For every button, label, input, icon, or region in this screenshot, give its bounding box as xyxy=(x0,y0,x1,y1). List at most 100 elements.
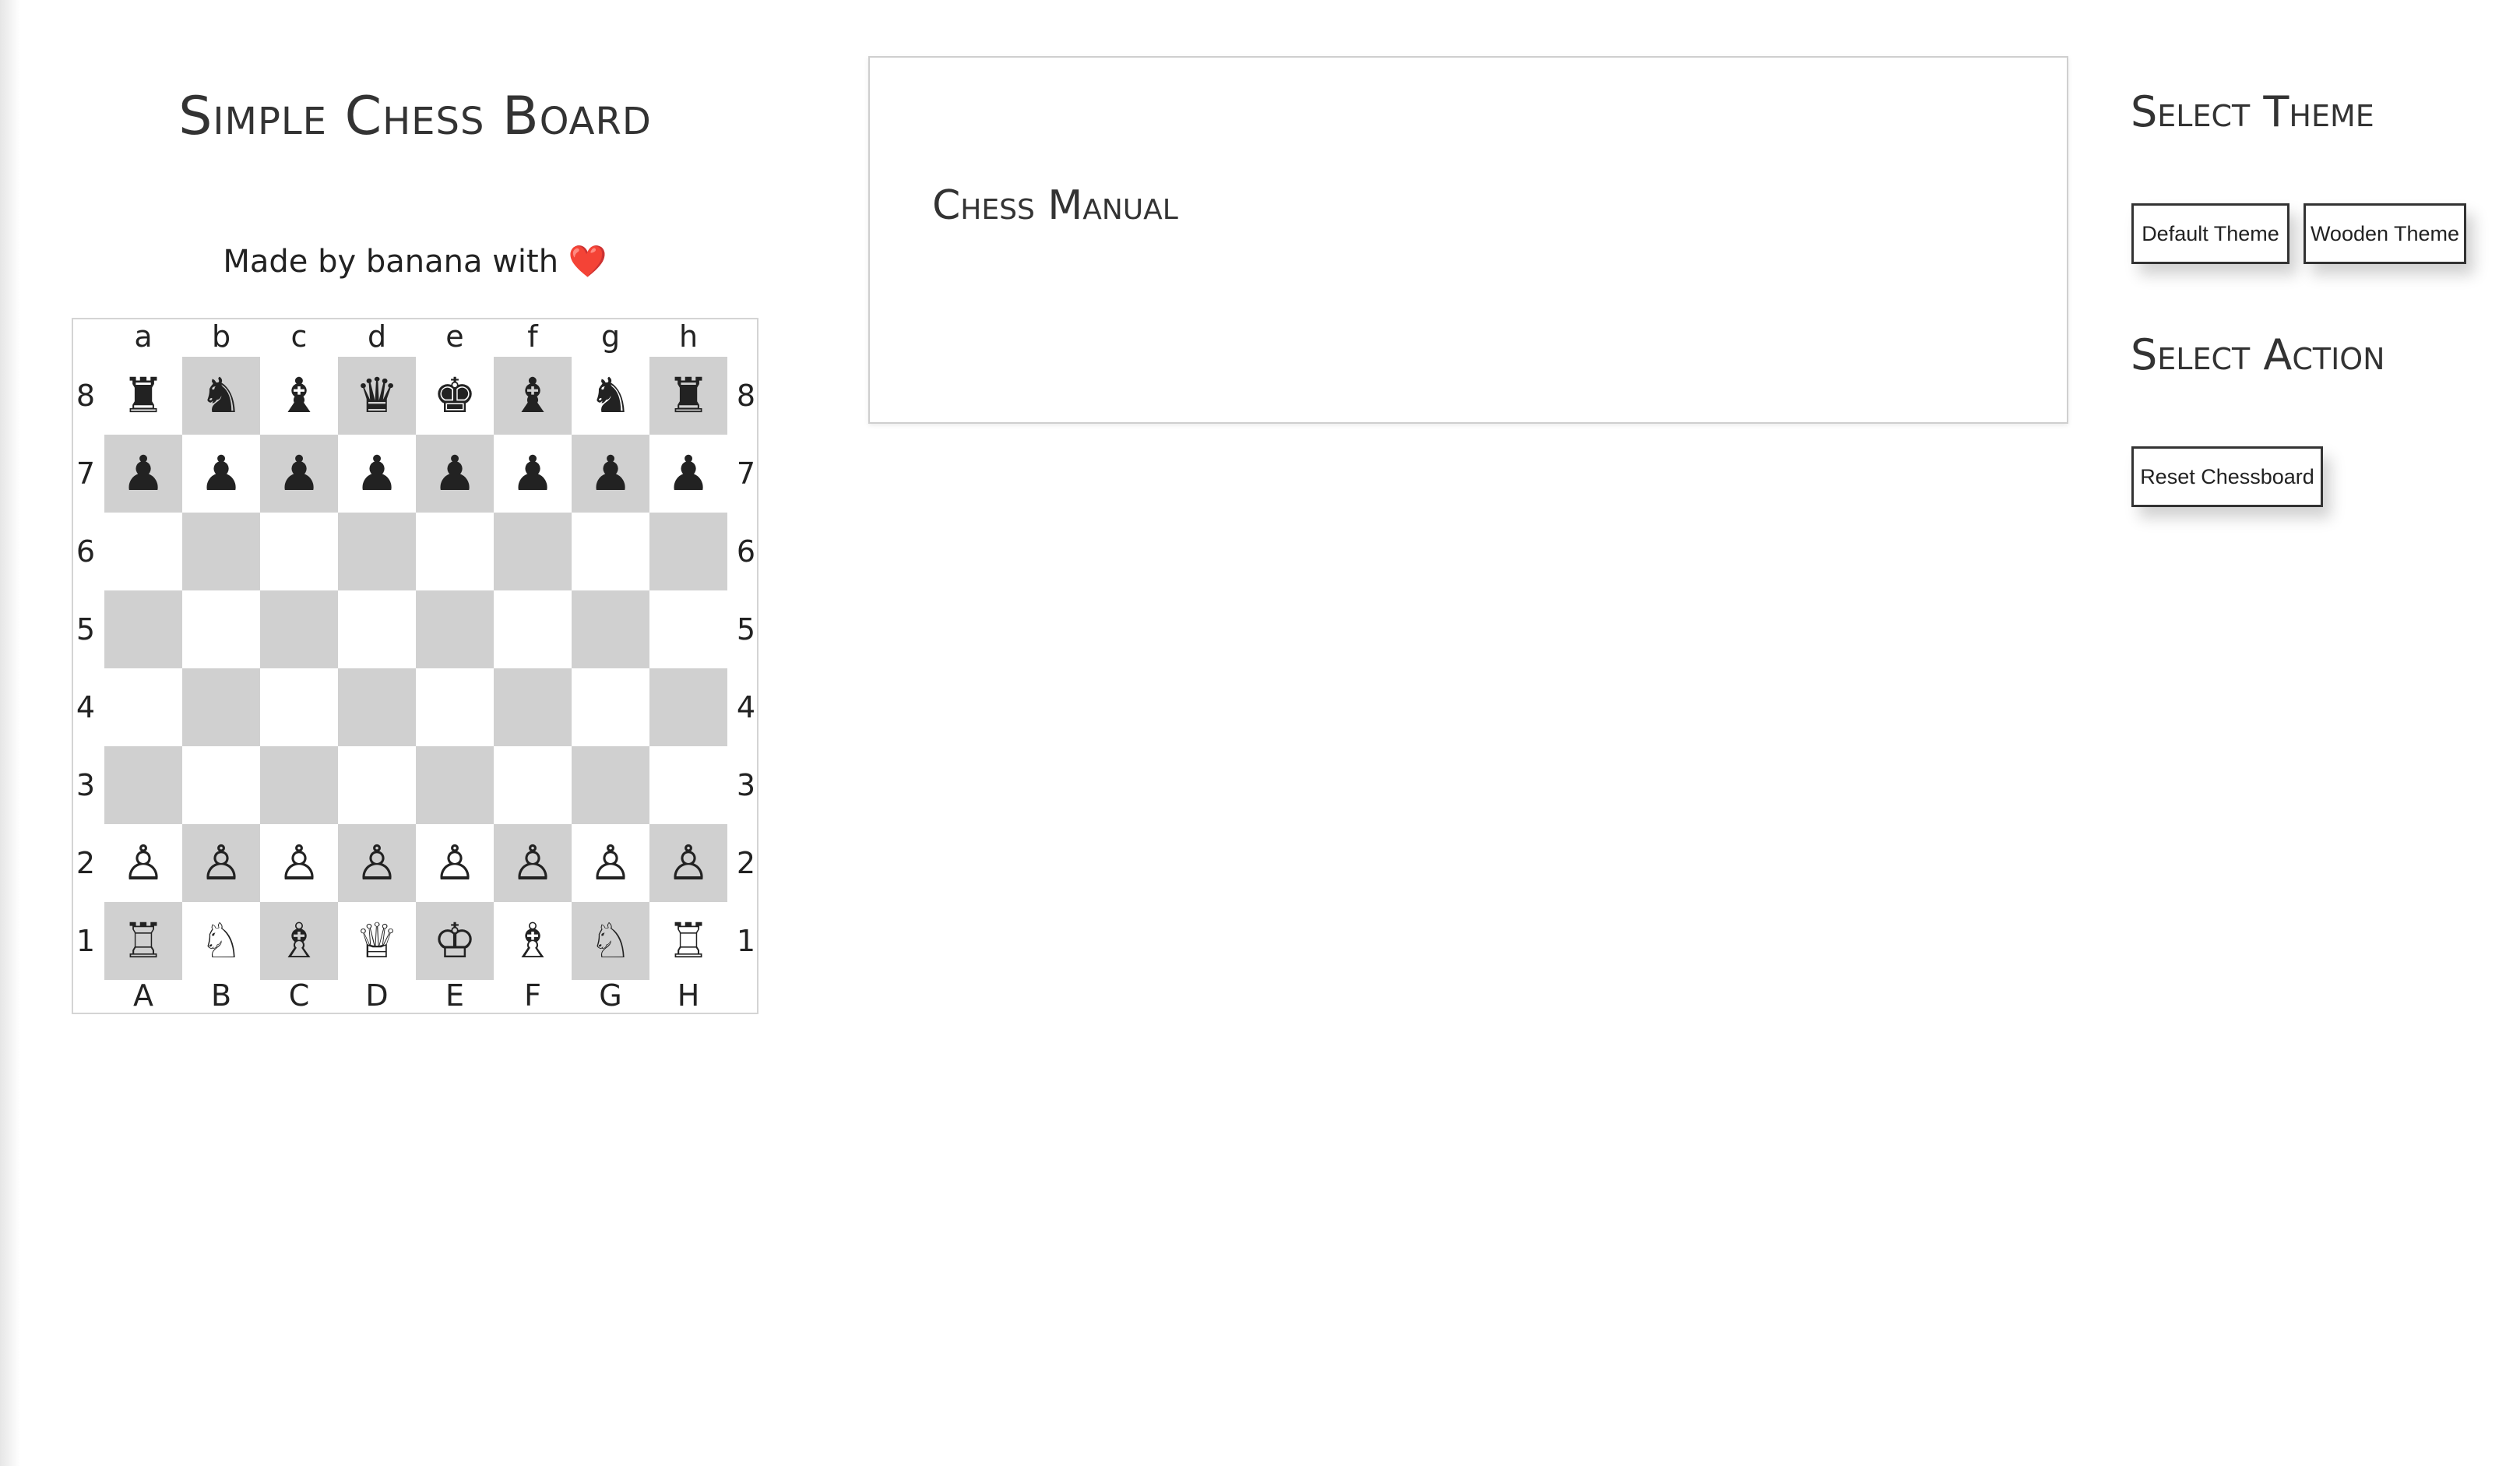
rank-label: 8 xyxy=(736,379,756,413)
square-c7[interactable]: ♟ xyxy=(260,435,338,513)
square-e8[interactable]: ♚ xyxy=(416,357,494,435)
square-h2[interactable]: ♙ xyxy=(649,824,727,902)
select-action-heading: Select Action xyxy=(2131,330,2385,379)
square-a4[interactable] xyxy=(104,668,182,746)
credit-text: Made by banana with xyxy=(223,244,559,280)
square-c6[interactable] xyxy=(260,513,338,590)
file-label: F xyxy=(524,978,541,1013)
square-h8[interactable]: ♜ xyxy=(649,357,727,435)
square-f6[interactable] xyxy=(494,513,572,590)
square-e2[interactable]: ♙ xyxy=(416,824,494,902)
square-h5[interactable] xyxy=(649,590,727,668)
square-d7[interactable]: ♟ xyxy=(338,435,416,513)
square-f8[interactable]: ♝ xyxy=(494,357,572,435)
square-d2[interactable]: ♙ xyxy=(338,824,416,902)
file-label: a xyxy=(134,319,153,354)
square-e7[interactable]: ♟ xyxy=(416,435,494,513)
rank-label: 3 xyxy=(736,768,756,802)
square-a8[interactable]: ♜ xyxy=(104,357,182,435)
square-g2[interactable]: ♙ xyxy=(572,824,649,902)
rank-label: 4 xyxy=(76,690,96,724)
square-b2[interactable]: ♙ xyxy=(182,824,260,902)
square-c8[interactable]: ♝ xyxy=(260,357,338,435)
square-c3[interactable] xyxy=(260,746,338,824)
square-f3[interactable] xyxy=(494,746,572,824)
wooden-theme-button[interactable]: Wooden Theme xyxy=(2304,203,2466,264)
heart-icon: ❤️ xyxy=(568,244,607,280)
default-theme-button[interactable]: Default Theme xyxy=(2131,203,2289,264)
rank-label: 2 xyxy=(76,846,96,880)
rank-label: 6 xyxy=(76,534,96,569)
file-label: A xyxy=(133,978,153,1013)
square-a7[interactable]: ♟ xyxy=(104,435,182,513)
square-d4[interactable] xyxy=(338,668,416,746)
file-label: G xyxy=(599,978,622,1013)
square-g4[interactable] xyxy=(572,668,649,746)
square-b4[interactable] xyxy=(182,668,260,746)
square-e6[interactable] xyxy=(416,513,494,590)
square-a3[interactable] xyxy=(104,746,182,824)
square-d1[interactable]: ♕ xyxy=(338,902,416,980)
chess-manual-panel: Chess Manual xyxy=(868,56,2068,424)
square-g8[interactable]: ♞ xyxy=(572,357,649,435)
square-a5[interactable] xyxy=(104,590,182,668)
square-h6[interactable] xyxy=(649,513,727,590)
square-f7[interactable]: ♟ xyxy=(494,435,572,513)
rank-label: 3 xyxy=(76,768,96,802)
square-g5[interactable] xyxy=(572,590,649,668)
square-e4[interactable] xyxy=(416,668,494,746)
square-g7[interactable]: ♟ xyxy=(572,435,649,513)
square-d3[interactable] xyxy=(338,746,416,824)
square-d8[interactable]: ♛ xyxy=(338,357,416,435)
rank-label: 7 xyxy=(736,456,756,491)
square-b8[interactable]: ♞ xyxy=(182,357,260,435)
file-labels-top: a b c d e f g h xyxy=(104,319,727,354)
square-b5[interactable] xyxy=(182,590,260,668)
square-h3[interactable] xyxy=(649,746,727,824)
rank-labels-right: 8 7 6 5 4 3 2 1 xyxy=(730,357,762,980)
file-label: f xyxy=(527,319,538,354)
file-label: d xyxy=(367,319,387,354)
file-label: E xyxy=(445,978,464,1013)
rank-label: 5 xyxy=(736,612,756,647)
rank-label: 5 xyxy=(76,612,96,647)
square-h7[interactable]: ♟ xyxy=(649,435,727,513)
square-h1[interactable]: ♖ xyxy=(649,902,727,980)
file-labels-bottom: A B C D E F G H xyxy=(104,978,727,1013)
file-label: H xyxy=(677,978,700,1013)
square-c4[interactable] xyxy=(260,668,338,746)
page-title: Simple Chess Board xyxy=(178,86,652,147)
credit-line: Made by banana with ❤️ xyxy=(0,243,830,280)
square-c5[interactable] xyxy=(260,590,338,668)
square-b3[interactable] xyxy=(182,746,260,824)
rank-label: 6 xyxy=(736,534,756,569)
rank-label: 7 xyxy=(76,456,96,491)
square-e3[interactable] xyxy=(416,746,494,824)
square-f4[interactable] xyxy=(494,668,572,746)
square-g1[interactable]: ♘ xyxy=(572,902,649,980)
reset-chessboard-button[interactable]: Reset Chessboard xyxy=(2131,446,2323,507)
square-g6[interactable] xyxy=(572,513,649,590)
square-a6[interactable] xyxy=(104,513,182,590)
square-d6[interactable] xyxy=(338,513,416,590)
file-label: B xyxy=(210,978,232,1013)
rank-label: 8 xyxy=(76,379,96,413)
square-f2[interactable]: ♙ xyxy=(494,824,572,902)
square-h4[interactable] xyxy=(649,668,727,746)
square-e1[interactable]: ♔ xyxy=(416,902,494,980)
square-f5[interactable] xyxy=(494,590,572,668)
square-f1[interactable]: ♗ xyxy=(494,902,572,980)
square-d5[interactable] xyxy=(338,590,416,668)
square-a1[interactable]: ♖ xyxy=(104,902,182,980)
square-c1[interactable]: ♗ xyxy=(260,902,338,980)
square-b1[interactable]: ♘ xyxy=(182,902,260,980)
square-c2[interactable]: ♙ xyxy=(260,824,338,902)
square-b7[interactable]: ♟ xyxy=(182,435,260,513)
square-b6[interactable] xyxy=(182,513,260,590)
square-a2[interactable]: ♙ xyxy=(104,824,182,902)
file-label: b xyxy=(211,319,231,354)
rank-label: 2 xyxy=(736,846,756,880)
rank-label: 1 xyxy=(736,924,756,958)
square-g3[interactable] xyxy=(572,746,649,824)
square-e5[interactable] xyxy=(416,590,494,668)
